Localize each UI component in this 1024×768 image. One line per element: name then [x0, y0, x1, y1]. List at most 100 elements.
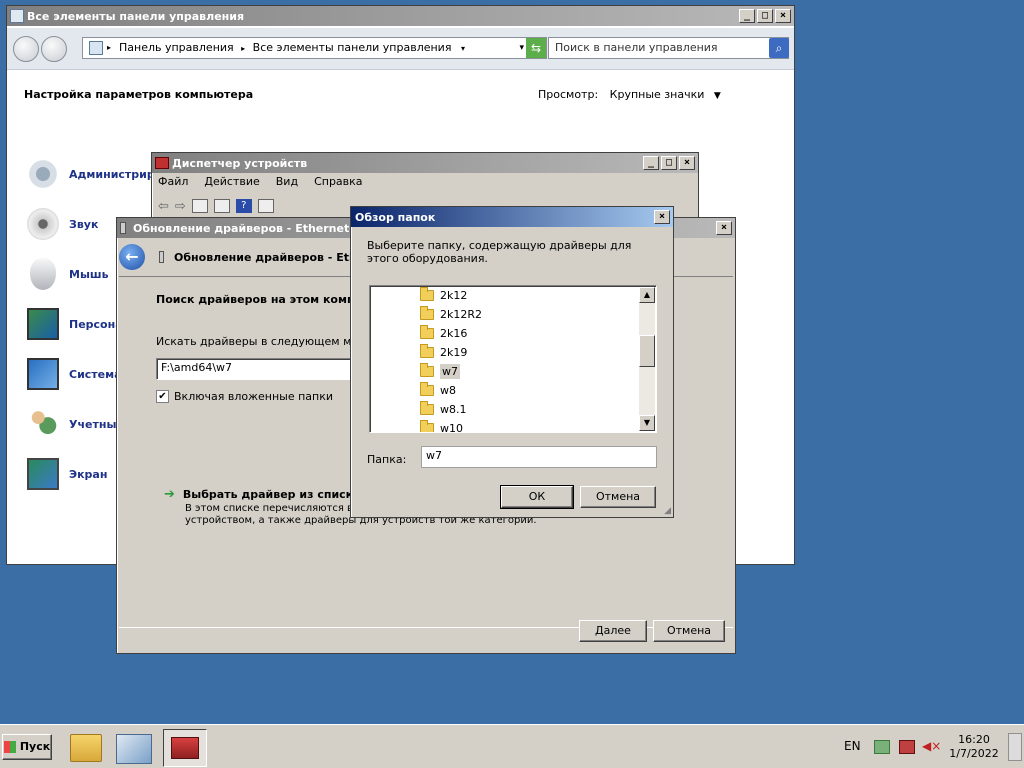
tree-item-selected[interactable]: w7 — [420, 362, 460, 380]
view-selector[interactable]: Просмотр: Крупные значки ▼ — [538, 88, 721, 101]
toolbar: ⇦ ⇨ ? — [158, 199, 274, 214]
cp-item-personalization[interactable]: Персона — [27, 308, 123, 340]
cp-item-label: Мышь — [69, 267, 109, 281]
update-icon[interactable] — [257, 199, 274, 213]
back-arrow-icon[interactable]: ⇦ — [158, 199, 169, 214]
folder-name[interactable]: 2k19 — [440, 346, 467, 359]
chevron-right-icon[interactable]: ▸ — [241, 44, 245, 53]
device-manager-titlebar[interactable]: Диспетчер устройств _ □ × — [152, 153, 698, 173]
pick-driver-label[interactable]: Выбрать драйвер из списка — [183, 488, 361, 501]
language-indicator[interactable]: EN — [844, 739, 861, 753]
ok-button[interactable]: ОК — [500, 485, 574, 509]
chevron-down-icon[interactable]: ▾ — [461, 44, 465, 53]
control-panel-titlebar[interactable]: Все элементы панели управления _ □ × — [7, 6, 794, 26]
folder-name[interactable]: w10 — [440, 422, 463, 433]
cancel-button[interactable]: Отмена — [653, 620, 725, 642]
tree-item[interactable]: w8.1 — [420, 400, 467, 418]
minimize-button[interactable]: _ — [739, 9, 755, 23]
cp-item-sound[interactable]: Звук — [27, 208, 98, 240]
scroll-down-icon[interactable]: ▼ — [639, 415, 655, 431]
close-button[interactable]: × — [654, 210, 670, 224]
resize-grip-icon[interactable]: ◢ — [664, 506, 671, 516]
scrollbar[interactable]: ▲ ▼ — [639, 287, 655, 431]
device-manager-icon — [155, 157, 169, 169]
pick-driver-link[interactable]: ➔ Выбрать драйвер из списка — [164, 487, 361, 502]
tree-item[interactable]: w10 — [420, 419, 463, 433]
cancel-button[interactable]: Отмена — [580, 486, 656, 508]
cp-item-label: Учетны — [69, 417, 117, 431]
start-button[interactable]: Пуск — [2, 734, 52, 760]
breadcrumb-item[interactable]: Все элементы панели управления — [253, 41, 452, 54]
list-icon[interactable] — [213, 199, 230, 213]
page-title: Настройка параметров компьютера — [24, 88, 254, 101]
close-button[interactable]: × — [716, 221, 732, 235]
cp-item-mouse[interactable]: Мышь — [27, 258, 109, 290]
folder-label: Папка: — [367, 453, 407, 466]
maximize-button[interactable]: □ — [757, 9, 773, 23]
control-panel-taskbar-icon[interactable] — [116, 734, 152, 764]
search-input[interactable]: Поиск в панели управления — [548, 37, 789, 59]
network-icon[interactable] — [874, 740, 890, 754]
show-desktop-button[interactable] — [1008, 733, 1022, 761]
folder-name[interactable]: w7 — [440, 363, 460, 379]
system-icon — [27, 358, 59, 390]
tree-item[interactable]: 2k19 — [420, 343, 467, 361]
browse-folder-titlebar[interactable]: Обзор папок × — [351, 207, 673, 227]
explorer-taskbar-icon[interactable] — [70, 734, 102, 762]
scroll-thumb[interactable] — [639, 335, 655, 367]
dropdown-arrow-icon[interactable]: ▾ — [519, 38, 524, 58]
maximize-button[interactable]: □ — [661, 156, 677, 170]
view-value[interactable]: Крупные значки — [610, 88, 705, 101]
minimize-button[interactable]: _ — [643, 156, 659, 170]
windows-logo-icon — [3, 741, 16, 753]
path-input[interactable]: F:\amd64\w7 — [156, 358, 356, 380]
tree-item[interactable]: 2k12 — [420, 286, 467, 304]
cp-item-user-accounts[interactable]: Учетны — [27, 408, 116, 440]
menu-action[interactable]: Действие — [204, 175, 259, 188]
breadcrumb-item[interactable]: Панель управления — [119, 41, 234, 54]
volume-muted-icon[interactable]: ◀× — [922, 739, 941, 753]
close-button[interactable]: × — [679, 156, 695, 170]
scroll-up-icon[interactable]: ▲ — [639, 287, 655, 303]
folder-name[interactable]: w8 — [440, 384, 456, 397]
folder-tree[interactable]: 2k12 2k12R2 2k16 2k19 w7 w8 w8.1 w10 ▲ ▼ — [369, 285, 657, 433]
chevron-down-icon[interactable]: ▼ — [714, 91, 721, 101]
include-subfolders-checkbox[interactable]: ✔ Включая вложенные папки — [156, 390, 333, 403]
folder-name[interactable]: 2k12 — [440, 289, 467, 302]
properties-icon[interactable] — [191, 199, 208, 213]
forward-arrow-icon[interactable]: ⇨ — [175, 199, 186, 214]
cp-item-system[interactable]: Система — [27, 358, 122, 390]
folder-input[interactable]: w7 — [421, 446, 657, 468]
tree-item[interactable]: 2k12R2 — [420, 305, 482, 323]
refresh-icon[interactable]: ⇆ — [526, 38, 546, 58]
folder-name[interactable]: 2k12R2 — [440, 308, 482, 321]
clock[interactable]: 16:20 1/7/2022 — [948, 733, 1000, 761]
menu-file[interactable]: Файл — [158, 175, 188, 188]
device-icon — [159, 251, 164, 263]
address-bar[interactable]: ▸ Панель управления ▸ Все элементы панел… — [82, 37, 547, 59]
cp-item-admin[interactable]: Администрир — [27, 158, 155, 190]
chevron-right-icon[interactable]: ▸ — [107, 38, 111, 58]
menu-help[interactable]: Справка — [314, 175, 362, 188]
tree-item[interactable]: 2k16 — [420, 324, 467, 342]
checkmark-icon[interactable]: ✔ — [156, 390, 169, 403]
back-button[interactable] — [13, 36, 39, 62]
device-manager-taskbar-icon[interactable] — [163, 729, 207, 767]
close-button[interactable]: × — [775, 9, 791, 23]
search-icon[interactable]: ⌕ — [769, 38, 789, 58]
help-icon[interactable]: ? — [235, 199, 252, 213]
device-tray-icon[interactable] — [899, 740, 915, 754]
next-button[interactable]: Далее — [579, 620, 647, 642]
back-arrow-icon[interactable]: ← — [119, 244, 145, 270]
folder-icon — [420, 305, 434, 320]
view-label: Просмотр: — [538, 88, 599, 101]
folder-name[interactable]: 2k16 — [440, 327, 467, 340]
forward-button[interactable] — [41, 36, 67, 62]
menu-view[interactable]: Вид — [276, 175, 298, 188]
cp-item-display[interactable]: Экран — [27, 458, 107, 490]
folder-name[interactable]: w8.1 — [440, 403, 467, 416]
taskbar: Пуск EN ◀× 16:20 1/7/2022 — [0, 724, 1024, 768]
user-accounts-icon — [27, 408, 59, 440]
tree-item[interactable]: w8 — [420, 381, 456, 399]
start-label: Пуск — [19, 740, 51, 753]
